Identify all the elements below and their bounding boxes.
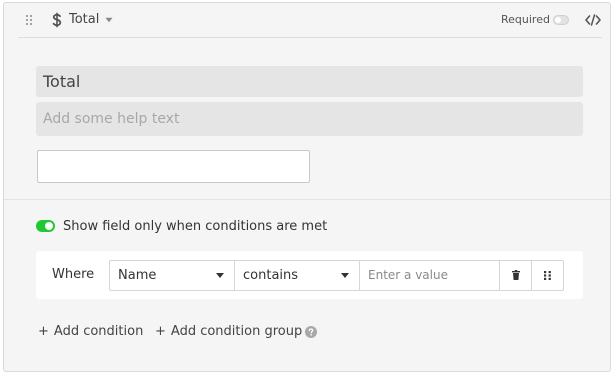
drag-handle-icon: [544, 271, 551, 280]
currency-icon: [52, 12, 62, 28]
where-label: Where: [52, 267, 95, 282]
condition-field-select[interactable]: Name: [110, 261, 235, 290]
header-divider: [18, 37, 602, 38]
add-condition-label: Add condition: [53, 324, 144, 339]
condition-fields: Name contains Enter a value: [109, 260, 564, 291]
plus-icon: +: [155, 324, 166, 339]
field-header: Total Required: [4, 3, 610, 38]
condition-operator-value: contains: [243, 268, 299, 283]
field-editor-card: Total Required Total Add some help text …: [3, 2, 611, 372]
delete-condition-button[interactable]: [500, 261, 532, 290]
toggle-knob: [45, 222, 53, 230]
conditions-toggle-label: Show field only when conditions are met: [63, 219, 328, 234]
section-divider: [4, 199, 610, 200]
required-toggle[interactable]: [553, 15, 569, 25]
caret-down-icon: [341, 273, 349, 278]
field-title[interactable]: Total: [69, 12, 99, 28]
conditions-toggle[interactable]: [36, 220, 55, 232]
condition-value-input[interactable]: Enter a value: [360, 261, 500, 290]
help-text-input[interactable]: Add some help text: [36, 102, 583, 136]
field-label-input[interactable]: Total: [36, 66, 583, 97]
required-label: Required: [501, 13, 550, 26]
code-icon[interactable]: [585, 14, 601, 26]
add-condition-group-label: Add condition group: [170, 324, 303, 339]
drag-handle-icon[interactable]: [25, 14, 33, 26]
add-condition-group-button[interactable]: + Add condition group: [155, 324, 302, 340]
chevron-down-icon[interactable]: [105, 17, 113, 23]
reorder-condition-handle[interactable]: [532, 261, 563, 290]
condition-row: Where Name contains Enter a value: [36, 251, 583, 299]
field-preview-input[interactable]: [37, 150, 310, 183]
toggle-knob: [555, 17, 561, 23]
caret-down-icon: [216, 273, 224, 278]
condition-field-value: Name: [118, 268, 157, 283]
condition-operator-select[interactable]: contains: [235, 261, 360, 290]
trash-icon: [512, 270, 520, 280]
add-condition-button[interactable]: + Add condition: [38, 324, 143, 340]
plus-icon: +: [38, 324, 49, 339]
help-icon[interactable]: [305, 326, 317, 338]
